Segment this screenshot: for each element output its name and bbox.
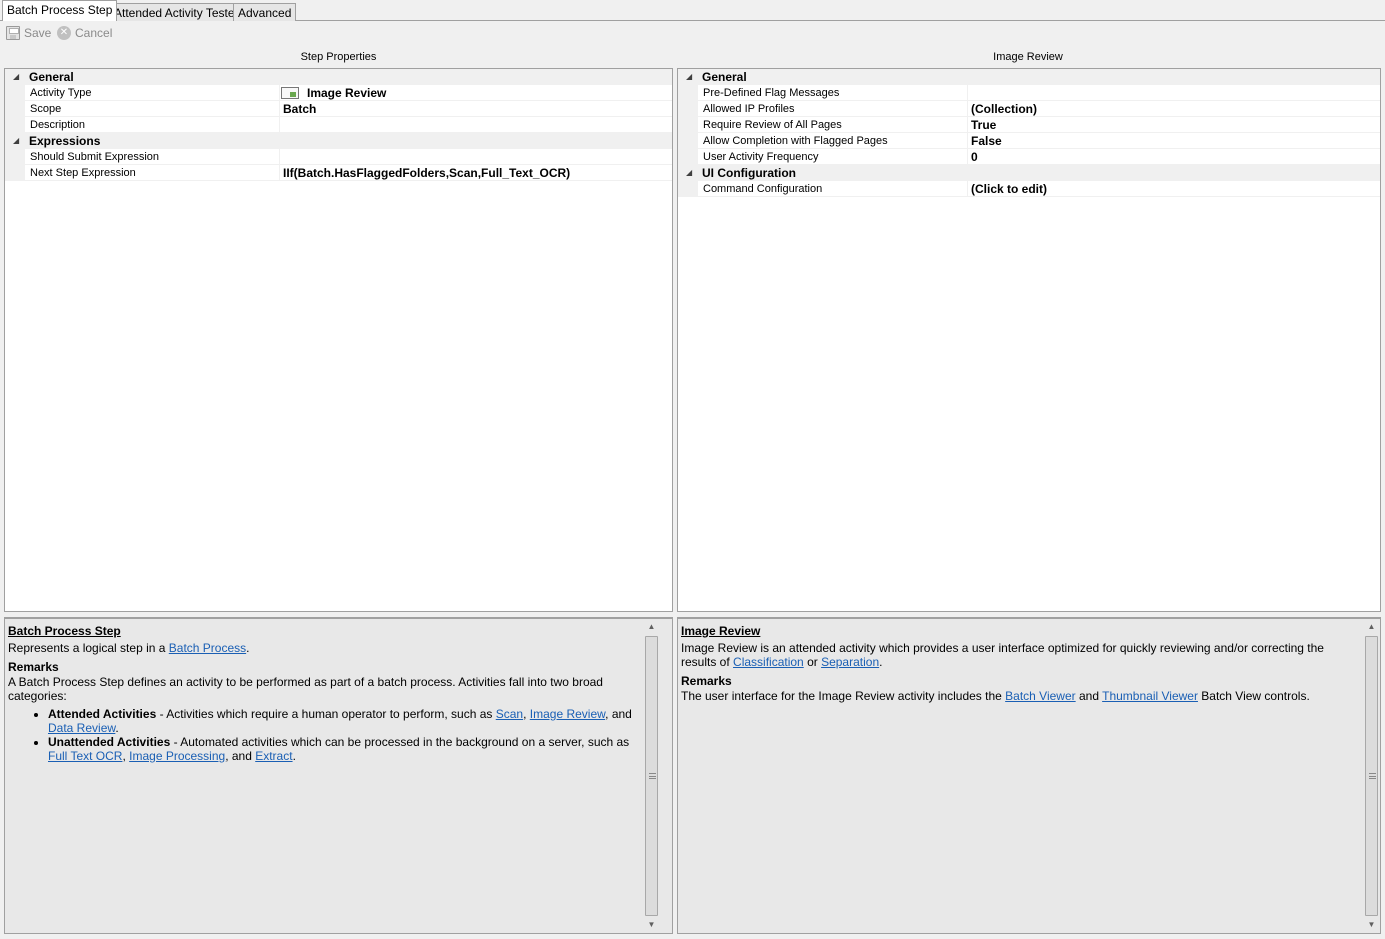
remarks-text: A Batch Process Step defines an activity… (8, 675, 603, 703)
link-image-review[interactable]: Image Review (530, 707, 605, 721)
property-row-description[interactable]: Description (5, 117, 672, 133)
collapse-arrow-icon[interactable]: ◢ (686, 168, 692, 177)
category-label: General (29, 70, 74, 84)
cancel-icon: ✕ (57, 26, 71, 40)
link-classification[interactable]: Classification (733, 655, 804, 669)
help-content: Batch Process Step Represents a logical … (8, 624, 648, 763)
property-row-user-activity-frequency[interactable]: User Activity Frequency 0 (678, 149, 1380, 165)
property-name: Scope (30, 103, 62, 115)
link-thumbnail-viewer[interactable]: Thumbnail Viewer (1102, 689, 1198, 703)
category-ui-configuration[interactable]: ◢ UI Configuration (678, 165, 1380, 181)
category-label: UI Configuration (702, 166, 796, 180)
scroll-up-arrow-icon[interactable]: ▲ (1363, 619, 1380, 635)
save-label: Save (24, 26, 52, 40)
link-scan[interactable]: Scan (496, 707, 523, 721)
collapse-arrow-icon[interactable]: ◢ (686, 72, 692, 81)
category-general[interactable]: ◢ General (5, 69, 672, 85)
scroll-down-arrow-icon[interactable]: ▼ (1363, 917, 1380, 933)
property-row-pre-defined-flag-messages[interactable]: Pre-Defined Flag Messages (678, 85, 1380, 101)
property-value[interactable]: (Collection) (971, 102, 1037, 116)
activity-type-list: Attended Activities - Activities which r… (8, 707, 648, 763)
link-batch-process[interactable]: Batch Process (169, 641, 246, 655)
category-general[interactable]: ◢ General (678, 69, 1380, 85)
property-name: Activity Type (30, 87, 92, 99)
help-scrollbar[interactable]: ▲ ▼ (1363, 619, 1380, 933)
cancel-label: Cancel (75, 26, 113, 40)
property-value[interactable]: 0 (971, 150, 978, 164)
property-value[interactable]: True (971, 118, 996, 132)
list-item: Unattended Activities - Automated activi… (48, 735, 648, 763)
category-expressions[interactable]: ◢ Expressions (5, 133, 672, 149)
property-name: Allowed IP Profiles (703, 103, 795, 115)
help-title[interactable]: Image Review (681, 624, 1341, 638)
collapse-arrow-icon[interactable]: ◢ (13, 72, 19, 81)
step-properties-grid: ◢ General Activity Type Image Review Sco… (4, 68, 673, 612)
activity-help-pane: Image Review Image Review is an attended… (677, 617, 1381, 934)
help-content: Image Review Image Review is an attended… (681, 624, 1341, 703)
property-name: Description (30, 119, 86, 131)
save-button[interactable]: Save (6, 26, 51, 40)
property-value[interactable]: Image Review (281, 86, 386, 100)
scrollbar-thumb[interactable] (1365, 636, 1378, 916)
category-label: General (702, 70, 747, 84)
activity-icon (281, 87, 299, 99)
link-extract[interactable]: Extract (255, 749, 292, 763)
tab-advanced[interactable]: Advanced (233, 3, 297, 21)
property-row-require-review-of-all-pages[interactable]: Require Review of All Pages True (678, 117, 1380, 133)
remarks-heading: Remarks (8, 660, 59, 674)
help-scrollbar[interactable]: ▲ ▼ (643, 619, 660, 933)
save-icon (6, 26, 20, 40)
property-row-allowed-ip-profiles[interactable]: Allowed IP Profiles (Collection) (678, 101, 1380, 117)
property-value[interactable]: Batch (283, 102, 316, 116)
link-image-processing[interactable]: Image Processing (129, 749, 225, 763)
scroll-up-arrow-icon[interactable]: ▲ (643, 619, 660, 635)
collapse-arrow-icon[interactable]: ◢ (13, 136, 19, 145)
category-label: Expressions (29, 134, 101, 148)
step-help-pane: Batch Process Step Represents a logical … (4, 617, 673, 934)
toolbar: Save ✕ Cancel (0, 24, 300, 44)
property-row-allow-completion-with-flagged-pages[interactable]: Allow Completion with Flagged Pages Fals… (678, 133, 1380, 149)
property-name: User Activity Frequency (703, 151, 819, 163)
property-name: Next Step Expression (30, 167, 136, 179)
link-separation[interactable]: Separation (821, 655, 879, 669)
scrollbar-thumb[interactable] (645, 636, 658, 916)
tab-batch-process-step[interactable]: Batch Process Step (2, 0, 118, 21)
remarks-heading: Remarks (681, 674, 732, 688)
cancel-button[interactable]: ✕ Cancel (57, 26, 112, 40)
property-value[interactable]: False (971, 134, 1002, 148)
property-name: Command Configuration (703, 183, 823, 195)
link-data-review[interactable]: Data Review (48, 721, 115, 735)
property-name: Should Submit Expression (30, 151, 160, 163)
help-summary: Represents a logical step in a Batch Pro… (8, 641, 250, 655)
property-row-scope[interactable]: Scope Batch (5, 101, 672, 117)
tab-strip: Batch Process Step Attended Activity Tes… (0, 0, 1385, 22)
scroll-down-arrow-icon[interactable]: ▼ (643, 917, 660, 933)
step-properties-title: Step Properties (300, 51, 377, 63)
property-row-should-submit-expression[interactable]: Should Submit Expression (5, 149, 672, 165)
property-name: Allow Completion with Flagged Pages (703, 135, 888, 147)
help-summary: Image Review is an attended activity whi… (681, 641, 1324, 669)
property-value[interactable]: (Click to edit) (971, 182, 1047, 196)
activity-properties-grid: ◢ General Pre-Defined Flag Messages Allo… (677, 68, 1381, 612)
property-name: Pre-Defined Flag Messages (703, 87, 840, 99)
remarks-text: The user interface for the Image Review … (681, 689, 1310, 703)
link-full-text-ocr[interactable]: Full Text OCR (48, 749, 122, 763)
property-value[interactable]: IIf(Batch.HasFlaggedFolders,Scan,Full_Te… (283, 166, 570, 180)
link-batch-viewer[interactable]: Batch Viewer (1005, 689, 1075, 703)
property-name: Require Review of All Pages (703, 119, 842, 131)
list-item: Attended Activities - Activities which r… (48, 707, 648, 735)
help-title[interactable]: Batch Process Step (8, 624, 648, 638)
activity-properties-title: Image Review (993, 51, 1063, 63)
tab-attended-activity-tester[interactable]: Attended Activity Tester (109, 3, 244, 21)
property-row-activity-type[interactable]: Activity Type Image Review (5, 85, 672, 101)
property-row-next-step-expression[interactable]: Next Step Expression IIf(Batch.HasFlagge… (5, 165, 672, 181)
property-row-command-configuration[interactable]: Command Configuration (Click to edit) (678, 181, 1380, 197)
